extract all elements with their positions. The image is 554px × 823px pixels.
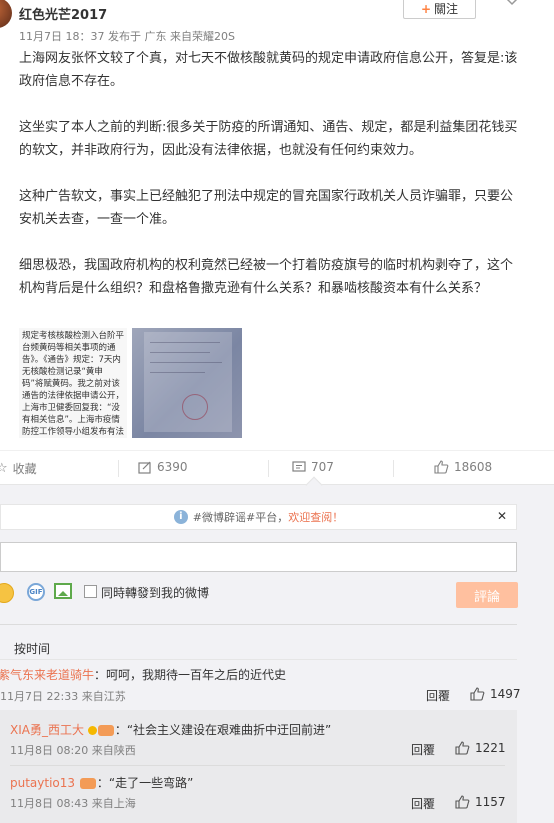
comment-time: 11月7日 22:33 来自江苏 [0, 690, 126, 703]
reply-time: 11月8日 08:43 来自上海 [10, 797, 136, 810]
info-icon: i [173, 510, 188, 524]
divider [0, 624, 517, 625]
post-image-document-photo[interactable] [132, 328, 242, 438]
action-bar: ☆ 收藏 6390 707 18608 [0, 450, 554, 485]
thumbs-up-icon [434, 460, 449, 474]
sort-by-time-tab[interactable]: 按时间 [14, 640, 50, 657]
repost-button[interactable]: 6390 [138, 460, 188, 474]
reply-item: putaytio13 ：“走了一些弯路” [10, 774, 193, 791]
document-line [150, 372, 205, 373]
reply-text: ：“社会主义建设在艰难曲折中迂回前进” [114, 723, 332, 737]
comment-input[interactable] [0, 542, 517, 572]
reply-author[interactable]: XIA勇_西工大 [10, 723, 84, 737]
reply-like-count: 1157 [475, 795, 506, 809]
avatar[interactable] [0, 0, 12, 28]
divider [118, 460, 119, 477]
membership-badge-icon [79, 778, 96, 789]
reply-link[interactable]: 回覆 [426, 687, 450, 704]
image-text: 规定考核核酸检测入台阶平台频黄码等相关事项的通告》。《通告》规定：7天内无核酸检… [22, 331, 125, 437]
follow-label: 關注 [434, 2, 459, 16]
membership-badge-icon [97, 725, 114, 736]
repost-checkbox-label[interactable]: 同時轉發到我的微博 [101, 584, 209, 601]
thumbs-up-icon [470, 687, 485, 701]
divider [393, 460, 394, 477]
repost-count: 6390 [157, 460, 188, 474]
document-line [150, 352, 210, 353]
document-stamp [182, 394, 208, 420]
post-author[interactable]: 红色光芒2017 [19, 4, 107, 23]
notice-link[interactable]: 欢迎查阅！ [288, 509, 343, 525]
rumor-notice: i #微博辟谣#平台， 欢迎查阅！ [0, 504, 517, 530]
post-paragraph: 上海网友张怀文较了个真，对七天不做核酸就黄码的规定申请政府信息公开，答复是:该政… [19, 51, 518, 89]
document-line [150, 342, 220, 343]
post-image-screenshot[interactable]: 规定考核核酸检测入台阶平台频黄码等相关事项的通告》。《通告》规定：7天内无核酸检… [19, 328, 127, 438]
like-count: 18608 [454, 460, 493, 474]
divider [0, 659, 517, 660]
repost-checkbox[interactable] [84, 585, 97, 598]
comment-like-count: 1497 [490, 687, 521, 701]
submit-comment-button[interactable]: 評論 [456, 582, 518, 608]
divider [10, 765, 505, 766]
reply-like-button[interactable]: 1157 [455, 795, 506, 809]
reply-author[interactable]: putaytio13 [10, 776, 75, 790]
close-icon[interactable]: ✕ [497, 509, 507, 523]
favorite-label: 收藏 [12, 462, 37, 476]
thumbs-up-icon [455, 741, 470, 755]
reply-like-count: 1221 [475, 741, 506, 755]
thumbs-up-icon [455, 795, 470, 809]
gif-icon[interactable]: GIF [27, 583, 45, 601]
reply-text: ：“走了一些弯路” [96, 776, 194, 790]
comment-icon [292, 460, 306, 472]
like-button[interactable]: 18608 [434, 460, 492, 474]
chevron-down-icon[interactable] [503, 0, 521, 8]
divider [268, 460, 269, 477]
comment-author[interactable]: 紫气东来老道骑牛 [0, 668, 94, 682]
star-icon: ☆ [0, 461, 8, 476]
comment-like-button[interactable]: 1497 [470, 687, 521, 701]
comment-item: 紫气东来老道骑牛：呵呵，我期待一百年之后的近代史 [0, 666, 286, 683]
plus-icon: + [420, 1, 432, 16]
reply-link[interactable]: 回覆 [411, 741, 435, 758]
reply-time: 11月8日 08:20 来自陕西 [10, 744, 136, 757]
reply-link[interactable]: 回覆 [411, 795, 435, 812]
comment-count: 707 [311, 460, 334, 474]
post-paragraph: 细思极恐，我国政府机构的权利竟然已经被一个打着防疫旗号的临时机构剥夺了，这个机构… [19, 258, 514, 296]
repost-icon [138, 461, 151, 474]
document-line [150, 362, 222, 363]
reply-item: XIA勇_西工大 ：“社会主义建设在艰难曲折中迂回前进” [10, 721, 331, 738]
reply-like-button[interactable]: 1221 [455, 741, 506, 755]
image-icon[interactable] [54, 583, 72, 599]
comment-text: ：呵呵，我期待一百年之后的近代史 [94, 668, 287, 682]
favorite-button[interactable]: ☆ 收藏 [0, 460, 37, 477]
follow-button[interactable]: + 關注 [403, 0, 476, 19]
comment-button[interactable]: 707 [292, 460, 334, 474]
notice-text: #微博辟谣#平台， [192, 511, 289, 524]
post-meta: 11月7日 18：37 发布于 广东 来自荣耀20S [19, 30, 235, 43]
post-paragraph: 这种广告软文，事实上已经触犯了刑法中规定的冒充国家行政机关人员诈骗罪，只要公安机… [19, 189, 514, 227]
post-paragraph: 这坐实了本人之前的判断:很多关于防疫的所谓通知、通告、规定，都是利益集团花钱买的… [19, 120, 518, 158]
user-badge-icon [87, 726, 97, 735]
